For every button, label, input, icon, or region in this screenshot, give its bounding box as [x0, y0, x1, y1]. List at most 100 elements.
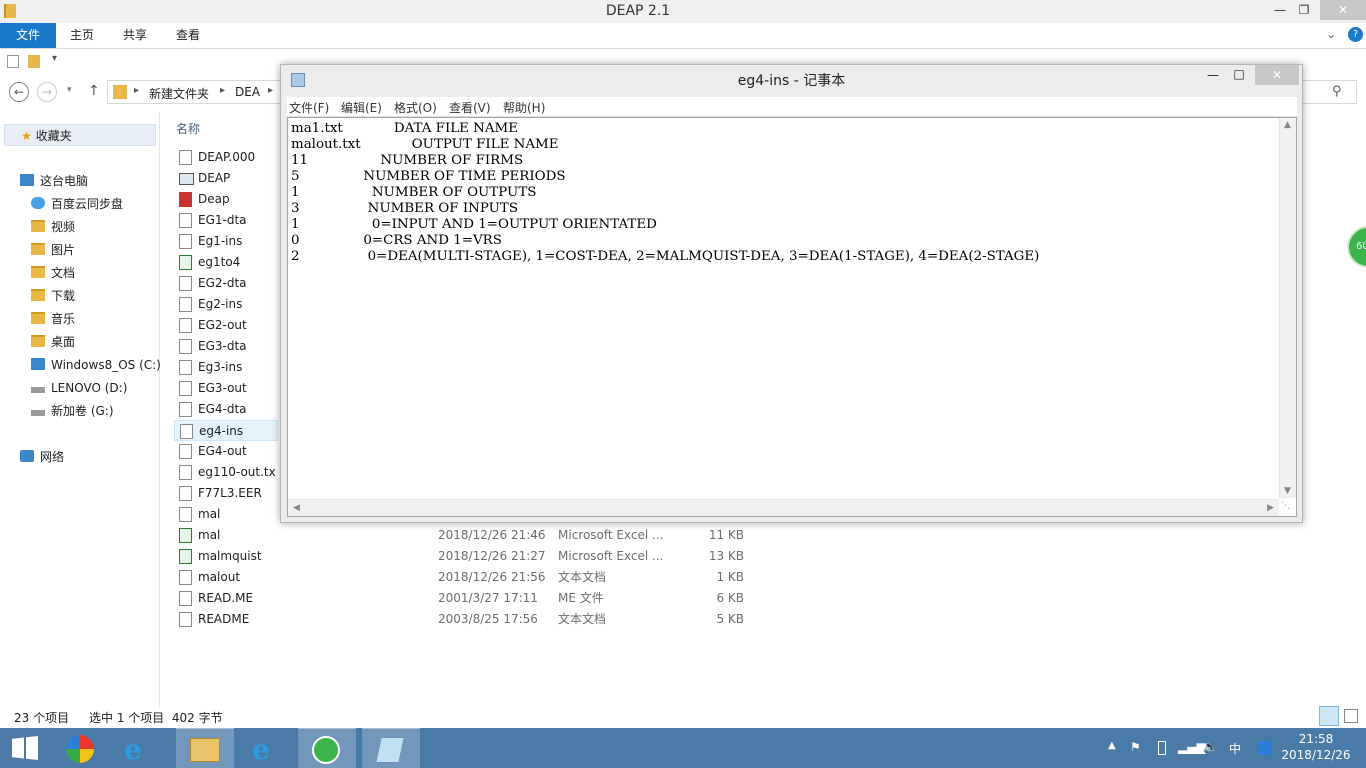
vertical-scrollbar[interactable]: ▲ ▼ — [1279, 118, 1296, 498]
large-icons-view-icon[interactable] — [1344, 709, 1358, 723]
file-name: EG3-out — [198, 381, 247, 395]
menu-file[interactable]: 文件(F) — [289, 99, 329, 116]
nav-this-pc[interactable]: 这台电脑 — [20, 170, 88, 192]
breadcrumb-item[interactable]: 新建文件夹 — [149, 85, 209, 102]
minimize-button[interactable]: — — [1201, 68, 1225, 82]
nav-network[interactable]: 网络 — [20, 446, 64, 468]
doc-file-icon — [179, 591, 192, 606]
file-name: eg4-ins — [199, 424, 244, 438]
file-name: Eg2-ins — [198, 297, 243, 311]
help-icon[interactable]: ? — [1348, 27, 1363, 42]
nav-item-music[interactable]: 音乐 — [31, 308, 75, 330]
action-center-flag-icon[interactable]: ⚑ — [1130, 740, 1141, 754]
nav-item-videos[interactable]: 视频 — [31, 216, 75, 238]
scroll-up-icon[interactable]: ▲ — [1284, 120, 1291, 130]
taskbar-ie-2[interactable]: e — [238, 728, 296, 768]
battery-icon[interactable] — [1158, 741, 1166, 755]
side-badge[interactable]: 60 — [1347, 226, 1366, 268]
taskbar-360-browser[interactable] — [298, 728, 356, 768]
scroll-right-icon[interactable]: ▶ — [1267, 503, 1274, 513]
search-icon[interactable]: ⚲ — [1332, 84, 1342, 99]
chevron-down-icon[interactable]: ⌄ — [1326, 27, 1336, 41]
nav-item-drive-c[interactable]: Windows8_OS (C:) — [31, 354, 161, 376]
nav-label: 这台电脑 — [40, 174, 89, 188]
taskbar-notepad[interactable] — [362, 728, 420, 768]
properties-icon[interactable] — [7, 55, 19, 68]
notepad-editor[interactable]: ma1.txt DATA FILE NAME malout.txt OUTPUT… — [287, 117, 1297, 517]
doc-file-icon — [179, 465, 192, 480]
nav-label: 百度云同步盘 — [51, 197, 124, 211]
horizontal-scrollbar[interactable]: ◀ ▶ — [288, 499, 1279, 516]
forward-icon[interactable]: → — [37, 82, 57, 102]
file-date: 2018/12/26 21:56 — [438, 570, 546, 584]
file-row[interactable]: malout 2018/12/26 21:56 文本文档 1 KB — [174, 567, 774, 588]
selection-info: 选中 1 个项目 402 字节 — [89, 711, 223, 725]
file-name: eg1to4 — [198, 255, 241, 269]
taskbar-app-360[interactable] — [52, 728, 110, 768]
notepad-text-content[interactable]: ma1.txt DATA FILE NAME malout.txt OUTPUT… — [291, 121, 1276, 497]
file-row[interactable]: malmquist 2018/12/26 21:27 Microsoft Excel… — [174, 546, 774, 567]
maximize-button[interactable]: □ — [1227, 67, 1251, 81]
file-row[interactable]: README 2003/8/25 17:56 文本文档 5 KB — [174, 609, 774, 630]
close-button[interactable]: ✕ — [1320, 0, 1366, 20]
file-row[interactable]: mal 2018/12/26 21:46 Microsoft Excel ... 11… — [174, 525, 774, 546]
drive-icon — [31, 358, 45, 370]
drive-icon — [31, 410, 45, 416]
explorer-titlebar: DEAP 2.1 — ❐ ✕ — [0, 0, 1366, 23]
file-row[interactable]: READ.ME 2001/3/27 17:11 ME 文件 6 KB — [174, 588, 774, 609]
nav-item-downloads[interactable]: 下载 — [31, 285, 75, 307]
breadcrumb-item[interactable]: DEA — [235, 85, 260, 99]
close-button[interactable]: ✕ — [1255, 65, 1299, 85]
tab-home[interactable]: 主页 — [58, 23, 106, 48]
recent-locations-icon[interactable]: ▾ — [67, 85, 72, 95]
clock-time: 21:58 — [1298, 732, 1334, 746]
file-row[interactable]: eg4-ins — [174, 420, 278, 441]
nav-item-pictures[interactable]: 图片 — [31, 239, 75, 261]
nav-label: 音乐 — [51, 312, 76, 326]
nav-item-drive-d[interactable]: LENOVO (D:) — [31, 377, 127, 399]
scroll-left-icon[interactable]: ◀ — [293, 503, 300, 513]
back-icon[interactable]: ← — [9, 82, 29, 102]
file-type: Microsoft Excel ... — [558, 528, 664, 542]
resize-grip-icon[interactable]: ⋱ — [1281, 501, 1295, 515]
excel-file-icon — [179, 549, 192, 564]
nav-item-desktop[interactable]: 桌面 — [31, 331, 75, 353]
nav-item-documents[interactable]: 文档 — [31, 262, 75, 284]
show-hidden-icons-icon[interactable]: ▲ — [1108, 740, 1116, 751]
menu-edit[interactable]: 编辑(E) — [341, 99, 382, 116]
tab-file[interactable]: 文件 — [0, 23, 56, 48]
column-header-name[interactable]: 名称 — [176, 120, 200, 137]
taskbar-explorer[interactable] — [176, 728, 234, 768]
folder-icon — [113, 85, 127, 99]
signal-icon[interactable]: ▂▄▆ — [1178, 740, 1206, 754]
file-type: 文本文档 — [558, 570, 607, 584]
up-icon[interactable]: ↑ — [88, 83, 100, 99]
file-name: README — [198, 612, 250, 626]
menu-view[interactable]: 查看(V) — [449, 99, 491, 116]
scroll-down-icon[interactable]: ▼ — [1284, 486, 1291, 496]
menu-help[interactable]: 帮助(H) — [503, 99, 545, 116]
menu-format[interactable]: 格式(O) — [394, 99, 437, 116]
breadcrumb-separator-icon[interactable]: ▸ — [134, 85, 139, 96]
ime-indicator[interactable]: 中 — [1229, 740, 1241, 757]
maximize-button[interactable]: ❐ — [1290, 0, 1318, 20]
customize-dropdown-icon[interactable]: ▾ — [52, 53, 57, 64]
system-clock[interactable]: 21:58 2018/12/26 — [1266, 731, 1366, 763]
start-button[interactable] — [0, 728, 50, 768]
tab-share[interactable]: 共享 — [111, 23, 159, 48]
nav-label: LENOVO (D:) — [51, 381, 128, 395]
volume-icon[interactable]: 🔈 — [1203, 740, 1218, 754]
nav-favorites[interactable]: ★ 收藏夹 — [4, 124, 156, 146]
details-view-icon[interactable] — [1319, 706, 1339, 726]
clock-date: 2018/12/26 — [1281, 748, 1351, 762]
nav-item-baidu[interactable]: 百度云同步盘 — [31, 193, 123, 215]
badge-value: 60 — [1356, 241, 1366, 252]
nav-item-drive-g[interactable]: 新加卷 (G:) — [31, 400, 114, 422]
breadcrumb-separator-icon[interactable]: ▸ — [220, 85, 225, 96]
taskbar-ie[interactable]: e — [110, 728, 168, 768]
new-folder-icon[interactable] — [28, 55, 40, 68]
breadcrumb-separator-icon[interactable]: ▸ — [268, 85, 273, 96]
file-type: Microsoft Excel ... — [558, 549, 664, 563]
nav-label: 图片 — [51, 243, 76, 257]
tab-view[interactable]: 查看 — [164, 23, 212, 48]
